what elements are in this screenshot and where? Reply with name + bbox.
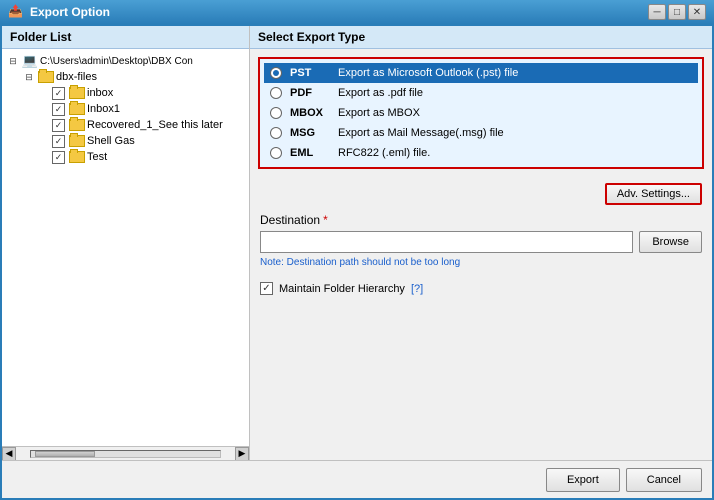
maintain-hierarchy-row: Maintain Folder Hierarchy [?] (250, 274, 712, 303)
option-desc-pst: Export as Microsoft Outlook (.pst) file (338, 67, 518, 79)
inbox-checkbox[interactable] (52, 87, 65, 100)
radio-eml[interactable] (270, 147, 282, 159)
export-type-options: PST Export as Microsoft Outlook (.pst) f… (258, 57, 704, 169)
tree-dbx-item[interactable]: ⊟ dbx-files (6, 69, 245, 85)
destination-area: Destination * Browse Note: Destination p… (250, 207, 712, 274)
test-label: Test (87, 151, 107, 163)
inbox1-label: Inbox1 (87, 103, 120, 115)
export-option-msg[interactable]: MSG Export as Mail Message(.msg) file (264, 123, 698, 143)
recovered-label: Recovered_1_See this later (87, 119, 223, 131)
root-path-label: C:\Users\admin\Desktop\DBX Con (40, 56, 193, 67)
shellgas-checkbox[interactable] (52, 135, 65, 148)
bottom-bar: Export Cancel (2, 460, 712, 498)
inbox-expand-icon (36, 86, 50, 100)
app-icon: 📤 (8, 4, 24, 20)
option-desc-eml: RFC822 (.eml) file. (338, 147, 430, 159)
test-folder-icon (69, 151, 85, 163)
cancel-button[interactable]: Cancel (626, 468, 702, 492)
export-button[interactable]: Export (546, 468, 620, 492)
test-expand-icon (36, 150, 50, 164)
minimize-button[interactable]: ─ (648, 4, 666, 20)
recovered-folder-icon (69, 119, 85, 131)
recovered-checkbox[interactable] (52, 119, 65, 132)
maintain-hierarchy-checkbox[interactable] (260, 282, 273, 295)
tree-item-inbox[interactable]: inbox (6, 85, 245, 101)
test-checkbox[interactable] (52, 151, 65, 164)
destination-label: Destination * (260, 213, 702, 227)
scroll-thumb[interactable] (35, 451, 95, 457)
tree-item-inbox1[interactable]: Inbox1 (6, 101, 245, 117)
horizontal-scrollbar[interactable]: ◀ ▶ (2, 446, 249, 460)
shellgas-expand-icon (36, 134, 50, 148)
shellgas-folder-icon (69, 135, 85, 147)
main-content: Folder List ⊟ 💻 C:\Users\admin\Desktop\D… (2, 26, 712, 460)
export-option-eml[interactable]: EML RFC822 (.eml) file. (264, 143, 698, 163)
export-type-header: Select Export Type (250, 26, 712, 49)
destination-text: Destination (260, 213, 320, 227)
maintain-hierarchy-help[interactable]: [?] (411, 283, 423, 295)
option-desc-mbox: Export as MBOX (338, 107, 420, 119)
destination-row: Browse (260, 231, 702, 253)
export-option-pst[interactable]: PST Export as Microsoft Outlook (.pst) f… (264, 63, 698, 83)
option-code-pdf: PDF (290, 87, 330, 99)
folder-tree: ⊟ 💻 C:\Users\admin\Desktop\DBX Con ⊟ dbx… (2, 49, 249, 446)
browse-button[interactable]: Browse (639, 231, 702, 253)
option-code-eml: EML (290, 147, 330, 159)
right-panel: Select Export Type PST Export as Microso… (250, 26, 712, 460)
scroll-track (30, 450, 221, 458)
option-desc-msg: Export as Mail Message(.msg) file (338, 127, 504, 139)
dbx-expand-icon: ⊟ (22, 70, 36, 84)
option-code-msg: MSG (290, 127, 330, 139)
adv-settings-button[interactable]: Adv. Settings... (605, 183, 702, 205)
destination-note: Note: Destination path should not be too… (260, 257, 702, 268)
export-option-mbox[interactable]: MBOX Export as MBOX (264, 103, 698, 123)
required-marker: * (323, 213, 328, 227)
option-code-pst: PST (290, 67, 330, 79)
tree-root-item[interactable]: ⊟ 💻 C:\Users\admin\Desktop\DBX Con (6, 53, 245, 69)
radio-mbox[interactable] (270, 107, 282, 119)
radio-pst[interactable] (270, 67, 282, 79)
maximize-button[interactable]: □ (668, 4, 686, 20)
destination-input[interactable] (260, 231, 633, 253)
scroll-right-btn[interactable]: ▶ (235, 447, 249, 461)
dbx-folder-icon (38, 71, 54, 83)
recovered-expand-icon (36, 118, 50, 132)
shellgas-label: Shell Gas (87, 135, 135, 147)
title-bar: 📤 Export Option ─ □ ✕ (0, 0, 714, 24)
window-controls: ─ □ ✕ (648, 4, 706, 20)
dialog-title: Export Option (30, 5, 642, 19)
inbox1-folder-icon (69, 103, 85, 115)
close-button[interactable]: ✕ (688, 4, 706, 20)
inbox1-checkbox[interactable] (52, 103, 65, 116)
inbox1-expand-icon (36, 102, 50, 116)
adv-settings-row: Adv. Settings... (250, 177, 712, 207)
scroll-left-btn[interactable]: ◀ (2, 447, 16, 461)
drive-icon: 💻 (22, 54, 38, 68)
left-panel: Folder List ⊟ 💻 C:\Users\admin\Desktop\D… (2, 26, 250, 460)
tree-item-shell-gas[interactable]: Shell Gas (6, 133, 245, 149)
radio-msg[interactable] (270, 127, 282, 139)
dbx-folder-label: dbx-files (56, 71, 97, 83)
inbox-label: inbox (87, 87, 113, 99)
tree-item-test[interactable]: Test (6, 149, 245, 165)
expand-icon: ⊟ (6, 54, 20, 68)
export-option-pdf[interactable]: PDF Export as .pdf file (264, 83, 698, 103)
tree-item-recovered[interactable]: Recovered_1_See this later (6, 117, 245, 133)
inbox-folder-icon (69, 87, 85, 99)
option-desc-pdf: Export as .pdf file (338, 87, 423, 99)
maintain-hierarchy-label: Maintain Folder Hierarchy (279, 283, 405, 295)
folder-list-header: Folder List (2, 26, 249, 49)
option-code-mbox: MBOX (290, 107, 330, 119)
dialog-body: Folder List ⊟ 💻 C:\Users\admin\Desktop\D… (0, 24, 714, 500)
radio-pdf[interactable] (270, 87, 282, 99)
